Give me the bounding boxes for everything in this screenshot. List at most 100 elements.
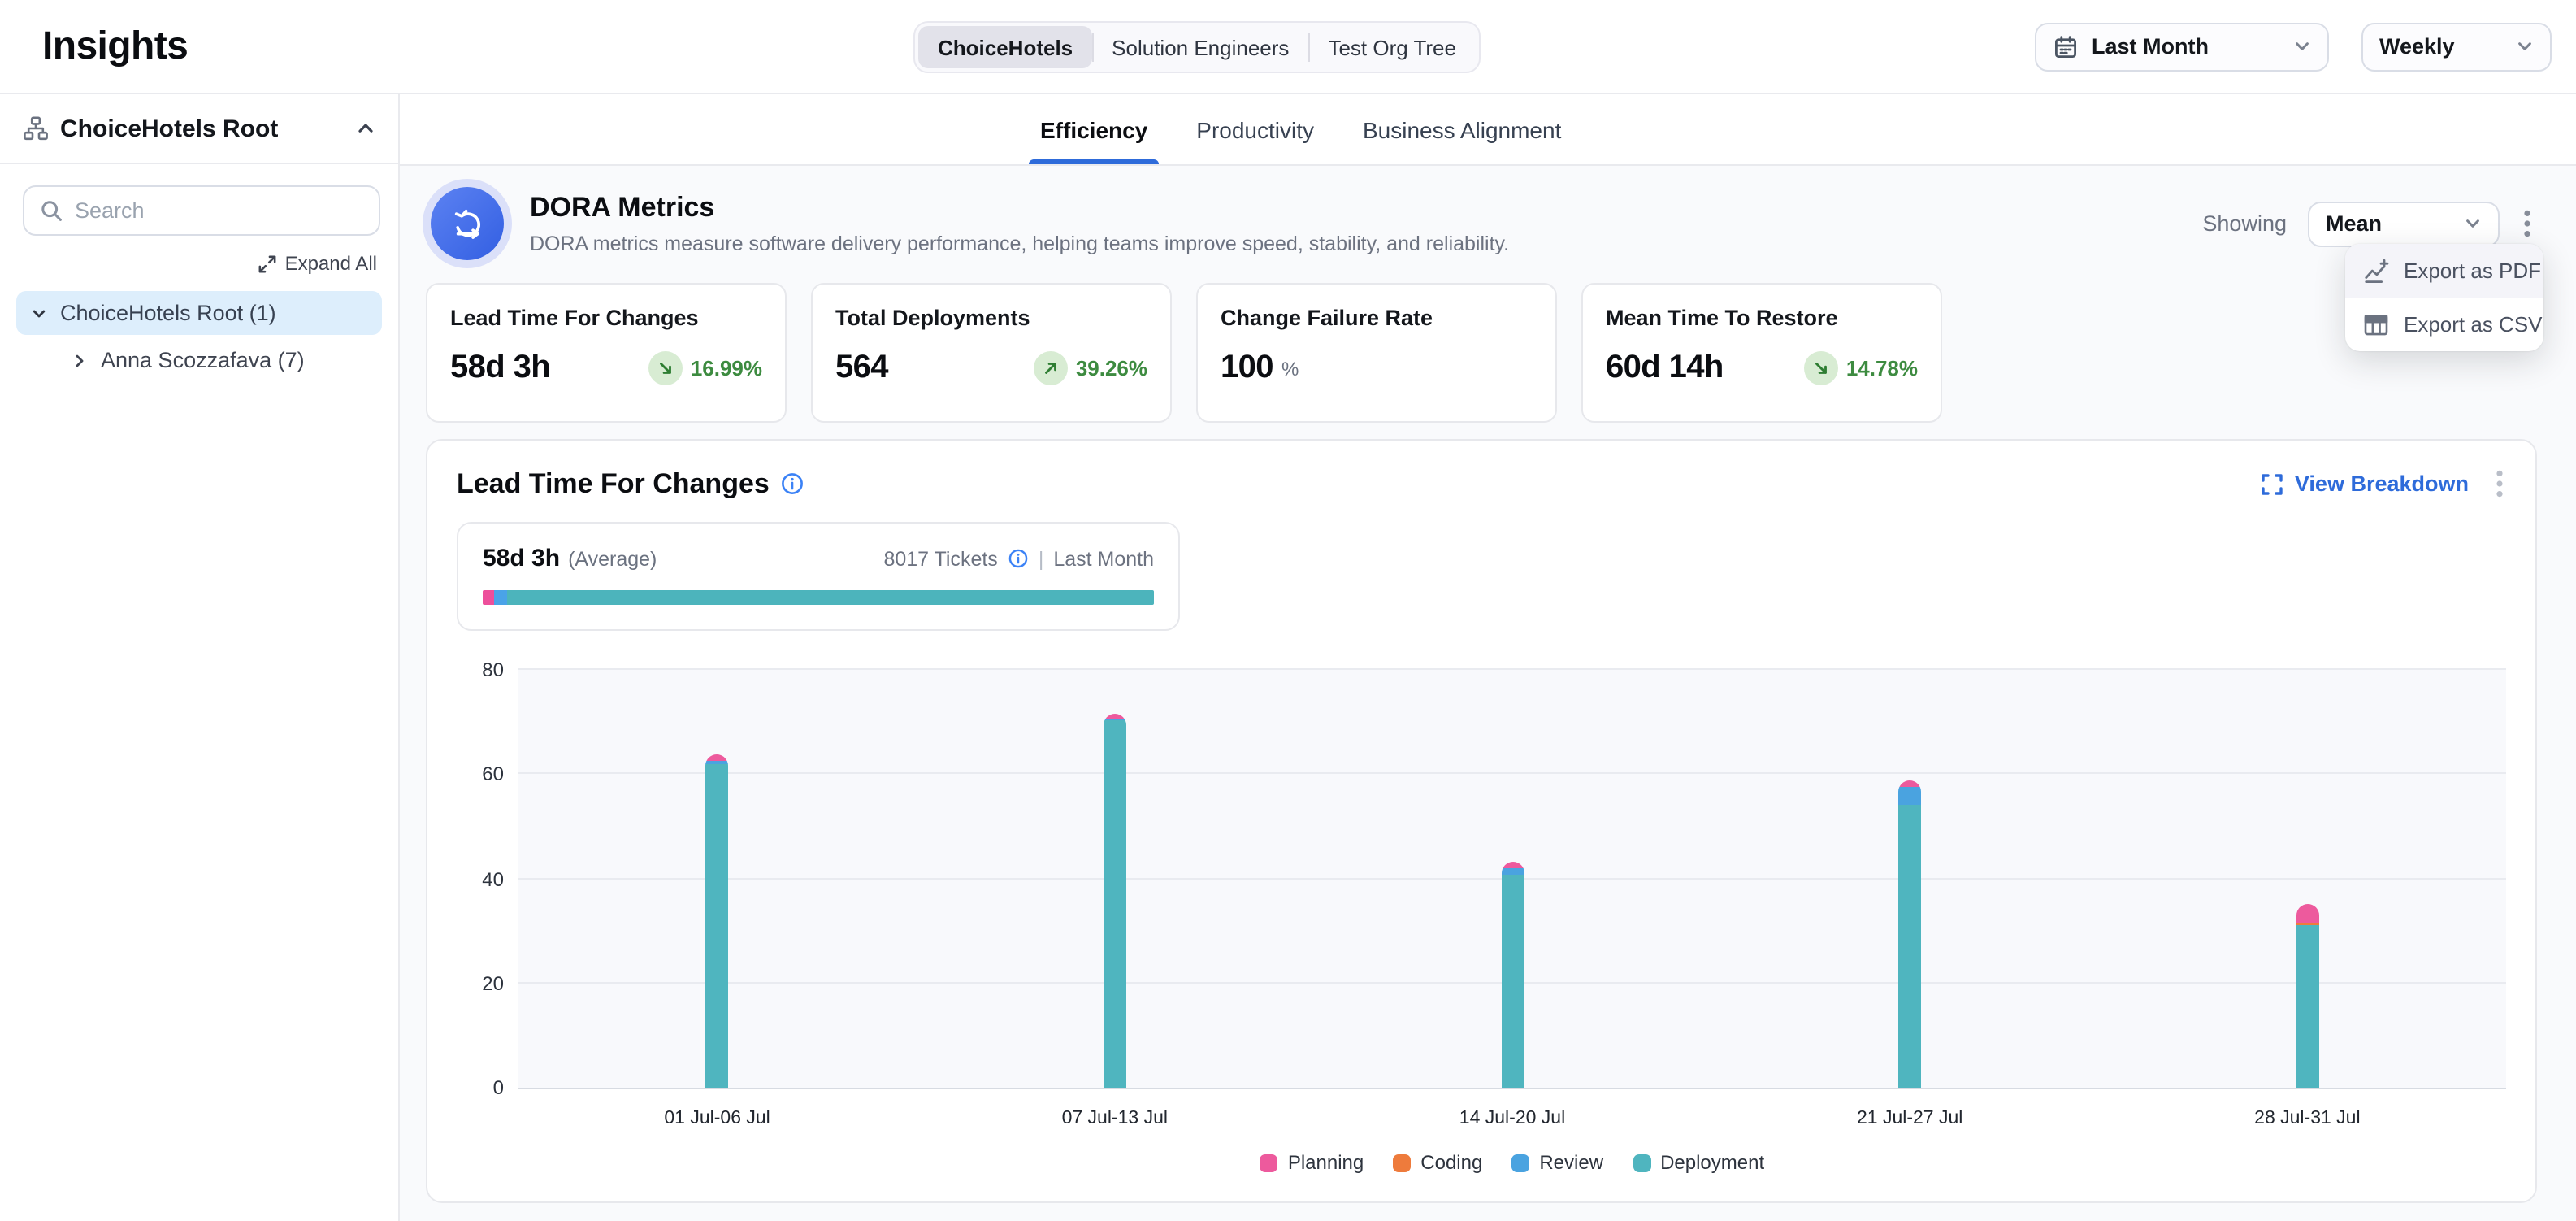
table-icon (2363, 311, 2389, 337)
kebab-menu-icon[interactable] (2493, 467, 2506, 501)
legend-label: Planning (1288, 1151, 1364, 1174)
search-input[interactable] (75, 198, 364, 223)
metric-value-row: 58d 3h16.99% (450, 350, 762, 387)
tab-business-alignment[interactable]: Business Alignment (1363, 94, 1561, 164)
menu-item-export-as-csv[interactable]: Export as CSV (2345, 298, 2543, 351)
expand-all-label: Expand All (285, 252, 377, 275)
org-segmented-control: ChoiceHotelsSolution EngineersTest Org T… (913, 21, 1481, 73)
bar-segment-deployment[interactable] (1898, 806, 1921, 1088)
trend-percent: 39.26% (1076, 356, 1147, 380)
legend-marker (1260, 1154, 1278, 1171)
bar-segment-deployment[interactable] (1104, 720, 1126, 1088)
bar-segment-review[interactable] (1898, 786, 1921, 806)
bar-segment-deployment[interactable] (2296, 925, 2318, 1088)
legend-marker (1393, 1154, 1411, 1171)
chevron-down-icon[interactable] (31, 305, 47, 321)
search-field[interactable] (23, 185, 380, 236)
menu-item-label: Export as PDF (2404, 259, 2541, 283)
metric-unit: % (1281, 357, 1299, 380)
menu-item-export-as-pdf[interactable]: Export as PDF (2345, 244, 2543, 298)
org-tree-sidebar: ChoiceHotels Root Expand All ChoiceHotel… (0, 94, 400, 1221)
metric-title: Mean Time To Restore (1606, 306, 1918, 330)
x-axis-label: 07 Jul-13 Jul (1062, 1109, 1168, 1128)
tree-node[interactable]: Anna Scozzafava (7) (0, 338, 398, 382)
chevron-down-icon (2516, 37, 2534, 55)
lead-time-chart: 02040608001 Jul-06 Jul07 Jul-13 Jul14 Ju… (457, 670, 2506, 1214)
stacked-bar-3[interactable] (1501, 863, 1524, 1088)
trend-percent: 14.78% (1846, 356, 1918, 380)
trend-badge: 14.78% (1804, 351, 1918, 385)
metric-value-row: 564 39.26% (835, 350, 1147, 387)
tree-node-label: Anna Scozzafava (7) (101, 348, 305, 372)
tab-label: Efficiency (1040, 116, 1147, 142)
date-range-select[interactable]: Last Month (2035, 22, 2329, 71)
export-dropdown-menu: Export as PDF Export as CSV (2345, 244, 2543, 351)
org-tab-choicehotels[interactable]: ChoiceHotels (918, 26, 1092, 68)
trend-percent: 16.99% (691, 356, 762, 380)
bar-segment-planning[interactable] (706, 754, 729, 761)
legend-label: Review (1539, 1151, 1603, 1174)
tickets-count: 8017 Tickets (883, 547, 997, 570)
sprint-cycle-icon (431, 187, 504, 260)
legend-item-coding[interactable]: Coding (1393, 1151, 1482, 1174)
tree-node[interactable]: ChoiceHotels Root (1) (16, 291, 382, 335)
org-tree: ChoiceHotels Root (1) Anna Scozzafava (7) (0, 291, 398, 382)
granularity-select[interactable]: Weekly (2361, 22, 2552, 71)
stacked-bar-4[interactable] (1898, 781, 1921, 1088)
org-tab-solution-engineers[interactable]: Solution Engineers (1092, 26, 1308, 68)
metric-value-row: 60d 14h 14.78% (1606, 350, 1918, 387)
bar-segment-deployment[interactable] (706, 763, 729, 1088)
stacked-bar-1[interactable] (706, 754, 729, 1088)
calendar-icon (2053, 33, 2079, 59)
metric-value-row: 100% (1221, 350, 1533, 387)
view-breakdown-button[interactable]: View Breakdown (2261, 471, 2469, 496)
info-icon[interactable] (781, 471, 805, 496)
tab-label: Productivity (1196, 116, 1314, 142)
section-actions: View Breakdown (2261, 467, 2506, 501)
legend-item-review[interactable]: Review (1511, 1151, 1603, 1174)
tab-productivity[interactable]: Productivity (1196, 94, 1314, 164)
metric-value: 564 (835, 350, 888, 387)
legend-item-planning[interactable]: Planning (1260, 1151, 1364, 1174)
bar-segment-deployment[interactable] (1501, 876, 1524, 1088)
phase-segment-planning (483, 590, 493, 605)
expand-all-button[interactable]: Expand All (0, 252, 398, 275)
top-bar: Insights ChoiceHotelsSolution EngineersT… (0, 0, 2576, 94)
trend-badge: 39.26% (1034, 351, 1147, 385)
metric-title: Lead Time For Changes (450, 306, 762, 330)
tree-node-label: ChoiceHotels Root (1) (60, 301, 276, 325)
main-panel: Efficiency Productivity Business Alignment… (400, 94, 2576, 1221)
aggregation-value: Mean (2326, 211, 2382, 236)
info-icon[interactable] (1008, 548, 1029, 569)
bar-segment-planning[interactable] (2296, 904, 2318, 923)
main-tabs: Efficiency Productivity Business Alignment (1040, 94, 1561, 164)
metric-value: 100 (1221, 350, 1273, 387)
y-axis-tick: 0 (455, 1076, 504, 1099)
dora-title: DORA Metrics (530, 192, 1509, 224)
x-axis-label: 01 Jul-06 Jul (664, 1109, 770, 1128)
tab-efficiency[interactable]: Efficiency (1040, 94, 1147, 164)
date-range-value: Last Month (2092, 34, 2209, 59)
stacked-bar-5[interactable] (2296, 904, 2318, 1088)
x-axis-label: 21 Jul-27 Jul (1857, 1109, 1962, 1128)
chevron-right-icon[interactable] (72, 352, 88, 368)
sidebar-title: ChoiceHotels Root (60, 115, 278, 142)
aggregation-select[interactable]: Mean (2308, 201, 2500, 246)
lead-time-summary-card: 58d 3h (Average) 8017 Tickets | Last Mon… (457, 522, 1180, 631)
metric-card-lead-time-for-changes: Lead Time For Changes 58d 3h16.99% (426, 283, 787, 423)
phase-segment-deployment (508, 590, 1154, 605)
metric-value: 60d 14h (1606, 350, 1724, 387)
stacked-bar-2[interactable] (1104, 714, 1126, 1088)
y-axis-tick: 20 (455, 972, 504, 995)
legend-item-deployment[interactable]: Deployment (1633, 1151, 1764, 1174)
org-hierarchy-icon (23, 115, 49, 141)
expand-corners-icon (2261, 472, 2283, 495)
sidebar-header[interactable]: ChoiceHotels Root (0, 94, 398, 164)
separator: | (1039, 547, 1044, 570)
kebab-menu-icon[interactable] (2521, 206, 2534, 241)
org-tab-test-org-tree[interactable]: Test Org Tree (1308, 26, 1476, 68)
bar-segment-review[interactable] (1501, 867, 1524, 876)
trend-badge: 16.99% (648, 351, 762, 385)
trend-down-icon (1804, 351, 1838, 385)
chevron-up-icon[interactable] (356, 119, 375, 138)
